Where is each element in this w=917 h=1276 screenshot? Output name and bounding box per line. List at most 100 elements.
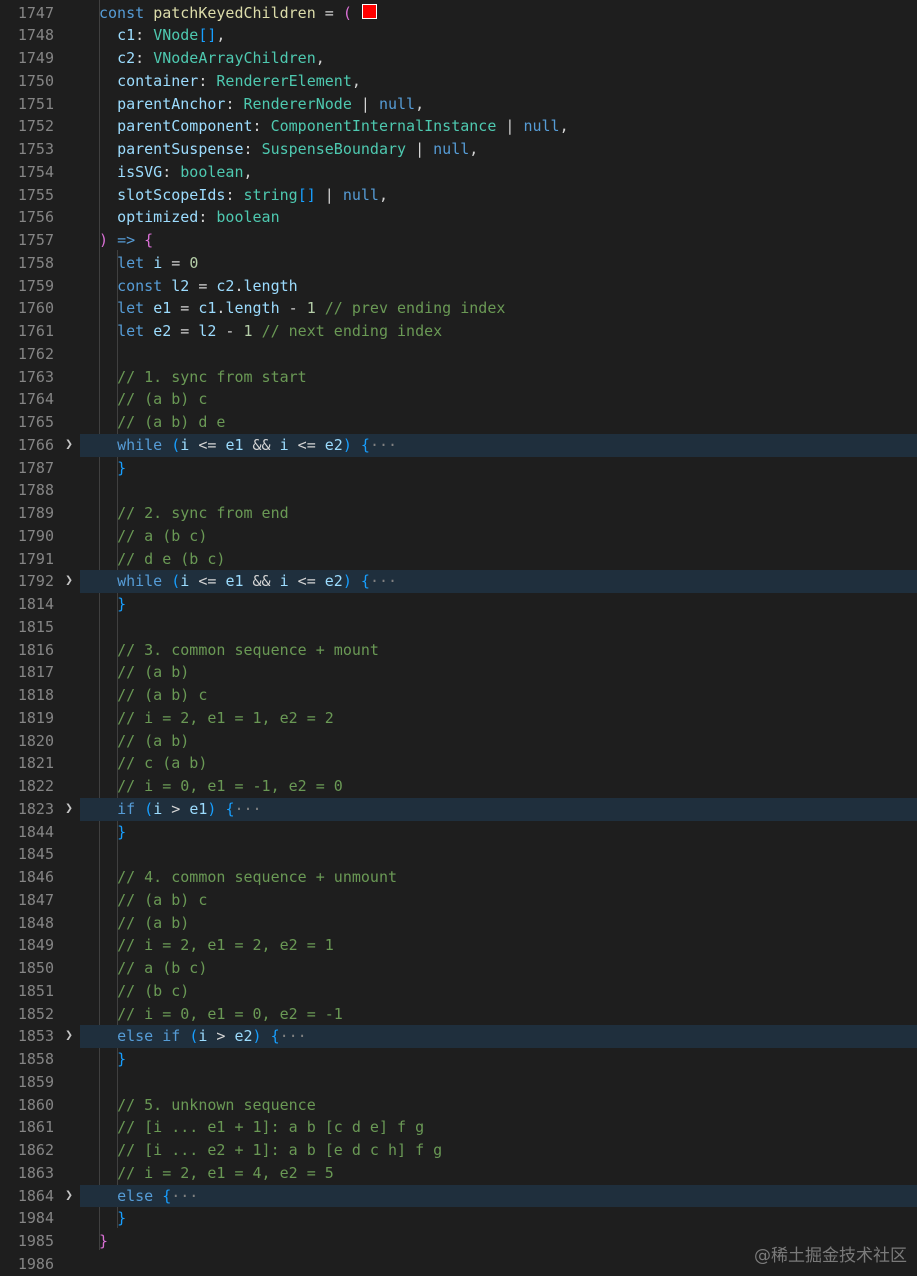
code-line[interactable]: 1748 c1: VNode[],: [0, 24, 917, 47]
code-token: :: [225, 94, 244, 113]
code-editor[interactable]: 1747 const patchKeyedChildren = ( 1748 c1…: [0, 0, 917, 1273]
chevron-right-icon[interactable]: ❯: [62, 1185, 76, 1208]
code-line[interactable]: 1819 // i = 2, e1 = 1, e2 = 2: [0, 707, 917, 730]
code-token: {: [144, 231, 154, 249]
code-line[interactable]: 1845: [0, 843, 917, 866]
line-number: 1761: [17, 322, 54, 340]
code-text: let e2 = l2 - 1 // next ending index: [99, 320, 442, 343]
folded-code-line[interactable]: 1792 ❯ while (i <= e1 && i <= e2) {···: [0, 570, 917, 593]
code-text: // (a b) c: [99, 889, 207, 912]
code-line[interactable]: 1818 // (a b) c: [0, 684, 917, 707]
line-number: 1747: [17, 3, 54, 22]
code-line[interactable]: 1844 }: [0, 821, 917, 844]
code-line[interactable]: 1757) => {: [0, 229, 917, 252]
line-number: 1844: [17, 822, 54, 841]
code-text: // 2. sync from end: [99, 502, 289, 525]
code-token: i: [180, 435, 190, 454]
code-line[interactable]: 1861 // [i ... e1 + 1]: a b [c d e] f g: [0, 1116, 917, 1139]
code-line[interactable]: 1863 // i = 2, e1 = 4, e2 = 5: [0, 1162, 917, 1185]
code-line[interactable]: 1789 // 2. sync from end: [0, 502, 917, 525]
code-token: // (a b): [117, 913, 190, 932]
code-line[interactable]: 1821 // c (a b): [0, 752, 917, 775]
code-token: 1: [306, 299, 316, 318]
code-line[interactable]: 1862 // [i ... e2 + 1]: a b [e d c h] f …: [0, 1139, 917, 1162]
code-line[interactable]: 1849 // i = 2, e1 = 2, e2 = 1: [0, 934, 917, 957]
line-number: 1753: [17, 140, 54, 158]
code-line[interactable]: 1788: [0, 479, 917, 502]
code-token: // (a b): [117, 663, 190, 682]
code-line[interactable]: 1791 // d e (b c): [0, 548, 917, 571]
code-line[interactable]: 1822 // i = 0, e1 = -1, e2 = 0: [0, 775, 917, 798]
code-line[interactable]: 1765 // (a b) d e: [0, 411, 917, 434]
code-line[interactable]: 1817 // (a b): [0, 661, 917, 684]
folded-code-line[interactable]: 1823 ❯ if (i > e1) {···: [0, 797, 917, 821]
code-line[interactable]: 1850 // a (b c): [0, 957, 917, 980]
code-line[interactable]: 1860 // 5. unknown sequence: [0, 1094, 917, 1117]
code-line[interactable]: 1754 isSVG: boolean,: [0, 161, 917, 184]
code-line[interactable]: 1858 }: [0, 1048, 917, 1071]
code-line[interactable]: 1764 // (a b) c: [0, 388, 917, 411]
code-token: e2: [324, 435, 343, 454]
code-line[interactable]: 1847 // (a b) c: [0, 889, 917, 912]
code-line[interactable]: 1846 // 4. common sequence + unmount: [0, 866, 917, 889]
line-number: 1821: [17, 754, 54, 773]
code-token: // i = 0, e1 = 0, e2 = -1: [117, 1004, 343, 1023]
code-line[interactable]: 1851 // (b c): [0, 980, 917, 1003]
code-line[interactable]: 1761 let e2 = l2 - 1 // next ending inde…: [0, 320, 917, 343]
code-text: const patchKeyedChildren = (: [99, 2, 377, 25]
line-number: 1862: [17, 1141, 54, 1159]
code-line[interactable]: 1815: [0, 616, 917, 639]
code-token: }: [117, 1209, 127, 1228]
code-line[interactable]: 1751 parentAnchor: RendererNode | null,: [0, 93, 917, 116]
code-line[interactable]: 1848 // (a b): [0, 912, 917, 935]
folded-code-line[interactable]: 1853 ❯ else if (i > e2) {···: [0, 1025, 917, 1048]
chevron-right-icon[interactable]: ❯: [62, 798, 76, 821]
code-line[interactable]: 1756 optimized: boolean: [0, 206, 917, 229]
code-token: ): [99, 231, 109, 249]
folded-code-line[interactable]: 1766 ❯ while (i <= e1 && i <= e2) {···: [0, 433, 917, 457]
code-token: // next ending index: [261, 322, 443, 340]
code-token: RendererElement: [216, 71, 352, 90]
code-text: optimized: boolean: [99, 206, 280, 229]
code-line[interactable]: 1760 let e1 = c1.length - 1 // prev endi…: [0, 297, 917, 320]
chevron-right-icon[interactable]: ❯: [62, 1025, 76, 1048]
chevron-right-icon[interactable]: ❯: [62, 570, 76, 593]
code-token: {: [360, 572, 370, 591]
code-line[interactable]: 1762: [0, 343, 917, 366]
folded-code-line[interactable]: 1864 ❯ else {···: [0, 1184, 917, 1208]
chevron-right-icon[interactable]: ❯: [62, 434, 76, 457]
code-line[interactable]: 1755 slotScopeIds: string[] | null,: [0, 184, 917, 207]
watermark-text: @稀土掘金技术社区: [754, 1246, 907, 1266]
code-text: isSVG: boolean,: [99, 161, 252, 184]
code-token: null: [342, 185, 379, 204]
code-line[interactable]: 1750 container: RendererElement,: [0, 70, 917, 93]
code-line[interactable]: 1753 parentSuspense: SuspenseBoundary | …: [0, 138, 917, 161]
line-number: 1766: [17, 435, 54, 454]
code-line[interactable]: 1759 const l2 = c2.length: [0, 275, 917, 298]
code-text: // (a b) d e: [99, 411, 225, 434]
code-line[interactable]: 1749 c2: VNodeArrayChildren,: [0, 47, 917, 70]
code-line[interactable]: 1852 // i = 0, e1 = 0, e2 = -1: [0, 1003, 917, 1026]
code-line[interactable]: 1820 // (a b): [0, 730, 917, 753]
code-line[interactable]: 1752 parentComponent: ComponentInternalI…: [0, 115, 917, 138]
code-line[interactable]: 1814 }: [0, 593, 917, 616]
code-token: // 4. common sequence + unmount: [117, 868, 398, 886]
code-line[interactable]: 1758 let i = 0: [0, 252, 917, 275]
code-token: ,: [559, 117, 569, 136]
code-line[interactable]: 1816 // 3. common sequence + mount: [0, 639, 917, 662]
code-token: &&: [243, 572, 280, 591]
code-token: if: [117, 799, 136, 818]
line-number: 1846: [17, 868, 54, 886]
code-token: :: [225, 185, 244, 204]
code-line[interactable]: 1984 }: [0, 1207, 917, 1230]
code-token: {: [360, 435, 370, 454]
code-line[interactable]: 1787 }: [0, 457, 917, 480]
code-line[interactable]: 1747 const patchKeyedChildren = (: [0, 2, 917, 25]
code-line[interactable]: 1790 // a (b c): [0, 525, 917, 548]
code-line[interactable]: 1763 // 1. sync from start: [0, 366, 917, 389]
code-line[interactable]: 1859: [0, 1071, 917, 1094]
code-text: // c (a b): [99, 752, 207, 775]
